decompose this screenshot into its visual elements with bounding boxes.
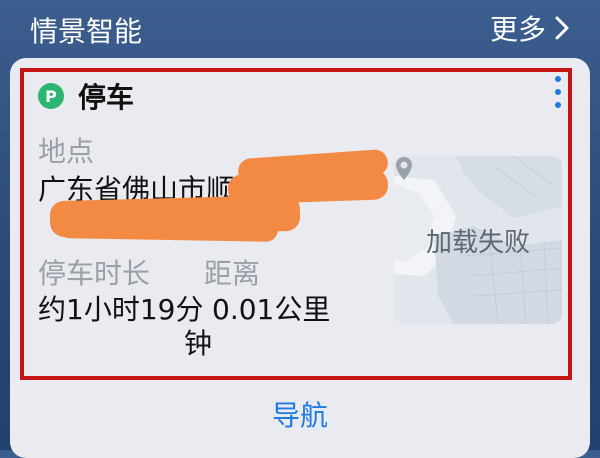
- parking-icon: P: [38, 83, 64, 109]
- card-title: 停车: [78, 81, 135, 114]
- distance-value: 0.01公里: [212, 293, 331, 326]
- section-title: 情景智能: [30, 15, 143, 48]
- distance-label: 距离: [204, 257, 261, 290]
- parking-card[interactable]: P 停车 地点 广东省佛山市顺 停车时长 距离 约1小时19分 钟 0.01公里: [10, 58, 590, 458]
- map-thumbnail[interactable]: 加载失败: [394, 156, 562, 324]
- more-menu-icon[interactable]: [554, 76, 562, 108]
- location-pin-icon: [396, 157, 412, 180]
- chevron-right-icon: [555, 16, 569, 40]
- clipped-time-text: 1 0 : 0 : 0 0: [150, 0, 450, 6]
- duration-value-wrap: 钟: [184, 327, 213, 360]
- more-button[interactable]: 更多: [490, 8, 570, 48]
- duration-label: 停车时长: [38, 257, 151, 290]
- redaction-mark: [57, 214, 279, 242]
- more-label: 更多: [489, 13, 546, 46]
- location-label: 地点: [38, 135, 95, 168]
- card-header: P 停车: [38, 76, 134, 116]
- duration-value: 约1小时19分: [38, 293, 204, 326]
- navigate-button[interactable]: 导航: [10, 394, 590, 434]
- map-load-failed-text: 加载失败: [425, 228, 530, 258]
